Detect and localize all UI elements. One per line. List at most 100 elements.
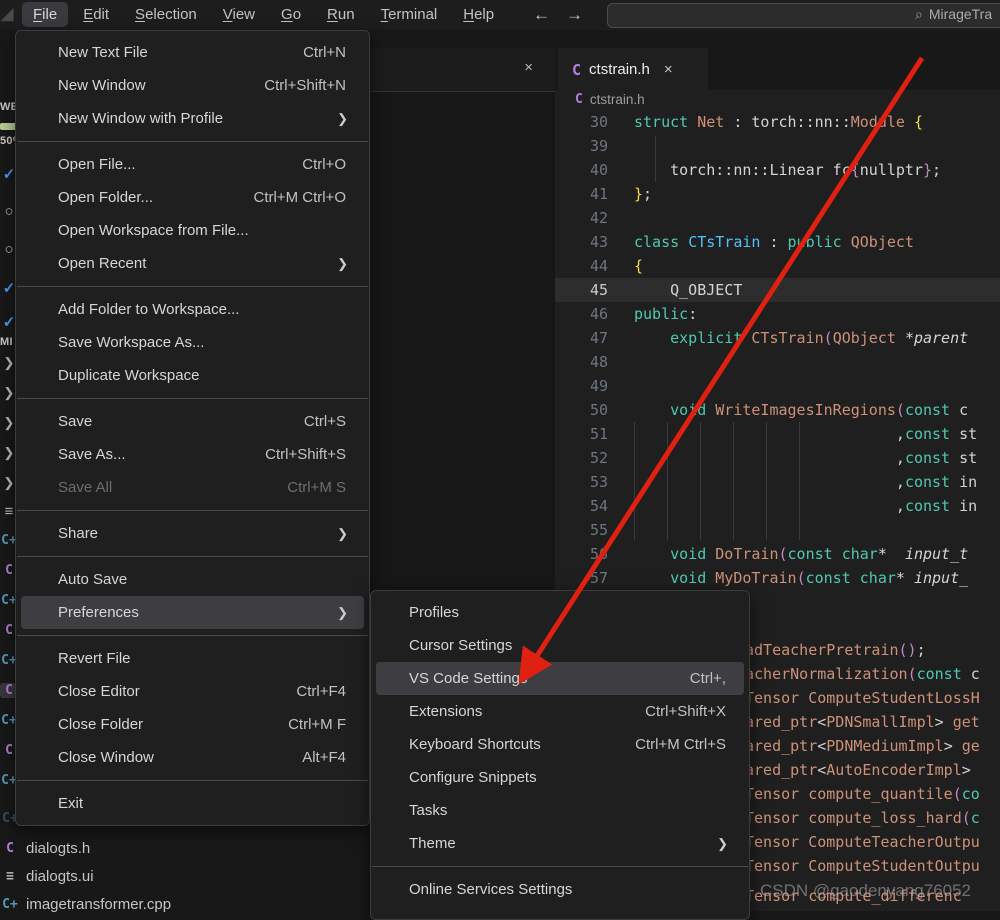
menu-item-label: Extensions bbox=[409, 703, 482, 720]
menubar-item-edit[interactable]: Edit bbox=[72, 2, 120, 27]
code-fragment: ared_ptr<PDNSmallImpl> get bbox=[745, 710, 980, 734]
code-text: void MyDoTrain(const char* input_ bbox=[634, 566, 968, 590]
pref-menu-item-tasks[interactable]: Tasks bbox=[376, 794, 744, 827]
line-number: 53 bbox=[555, 470, 608, 494]
pref-menu-item-vs-code-settings[interactable]: VS Code SettingsCtrl+, bbox=[376, 662, 744, 695]
code-fragment: Tensor ComputeStudentLossH bbox=[745, 686, 980, 710]
code-area[interactable]: 30struct Net : torch::nn::Module {3940 t… bbox=[555, 110, 1000, 590]
file-menu-item-close-window[interactable]: Close Window Alt+F4 bbox=[21, 741, 364, 774]
file-menu-dropdown: New Text FileCtrl+NNew WindowCtrl+Shift+… bbox=[15, 30, 370, 826]
menu-item-label: Close Window bbox=[58, 749, 154, 766]
code-line-54: 54 ,const in bbox=[555, 494, 1000, 518]
line-number: 50 bbox=[555, 398, 608, 422]
explorer-item-dialogts-h[interactable]: Cdialogts.h bbox=[2, 836, 90, 860]
menu-item-label: Save bbox=[58, 413, 92, 430]
keybinding-label: Ctrl+M F bbox=[288, 716, 346, 733]
close-icon[interactable]: × bbox=[524, 59, 533, 76]
code-line-30: 30struct Net : torch::nn::Module { bbox=[555, 110, 1000, 134]
search-content: ⌕MirageTra bbox=[915, 6, 992, 23]
background-tab[interactable]: × bbox=[370, 48, 555, 92]
command-center-search[interactable]: ⌕MirageTra bbox=[607, 3, 1000, 28]
menu-separator bbox=[17, 780, 368, 781]
file-menu-item-add-folder-to-workspace[interactable]: Add Folder to Workspace... bbox=[21, 293, 364, 326]
file-menu-item-new-text-file[interactable]: New Text FileCtrl+N bbox=[21, 36, 364, 69]
menu-item-label: Configure Snippets bbox=[409, 769, 537, 786]
nav-arrows: ← → bbox=[533, 0, 583, 30]
indent-guide bbox=[766, 422, 767, 540]
file-menu-item-auto-save[interactable]: Auto Save bbox=[21, 563, 364, 596]
menubar-item-go[interactable]: Go bbox=[270, 2, 312, 27]
keybinding-label: Ctrl+Shift+X bbox=[645, 703, 726, 720]
pref-menu-item-configure-snippets[interactable]: Configure Snippets bbox=[376, 761, 744, 794]
file-menu-item-new-window-with-profile[interactable]: New Window with Profile❯ bbox=[21, 102, 364, 135]
menu-separator bbox=[17, 510, 368, 511]
file-menu-item-preferences[interactable]: Preferences❯ bbox=[21, 596, 364, 629]
file-menu-item-open-recent[interactable]: Open Recent❯ bbox=[21, 247, 364, 280]
line-number: 48 bbox=[555, 350, 608, 374]
menubar-item-view[interactable]: View bbox=[212, 2, 266, 27]
file-menu-item-open-file[interactable]: Open File...Ctrl+O bbox=[21, 148, 364, 181]
file-menu-item-open-folder[interactable]: Open Folder...Ctrl+M Ctrl+O bbox=[21, 181, 364, 214]
code-text: void WriteImagesInRegions(const c bbox=[634, 398, 968, 422]
pref-menu-item-theme[interactable]: Theme❯ bbox=[376, 827, 744, 860]
code-text: void DoTrain(const char* input_t bbox=[634, 542, 968, 566]
code-line-44: 44{ bbox=[555, 254, 1000, 278]
file-menu-item-exit[interactable]: Exit bbox=[21, 787, 364, 820]
file-menu-item-close-editor[interactable]: Close EditorCtrl+F4 bbox=[21, 675, 364, 708]
pref-menu-item-profiles[interactable]: Profiles bbox=[376, 596, 744, 629]
line-number: 47 bbox=[555, 326, 608, 350]
file-menu-item-new-window[interactable]: New WindowCtrl+Shift+N bbox=[21, 69, 364, 102]
menubar-item-terminal[interactable]: Terminal bbox=[370, 2, 449, 27]
file-menu-item-save[interactable]: Save Ctrl+S bbox=[21, 405, 364, 438]
indent-guide bbox=[799, 422, 800, 540]
keybinding-label: Alt+F4 bbox=[302, 749, 346, 766]
explorer-item-imagetransformer-cpp[interactable]: C+imagetransformer.cpp bbox=[2, 892, 171, 916]
explorer-item-dialogts-ui[interactable]: ≡dialogts.ui bbox=[2, 864, 94, 888]
menu-item-label: Share bbox=[58, 525, 98, 542]
close-icon[interactable]: × bbox=[664, 61, 673, 78]
menu-separator bbox=[17, 556, 368, 557]
file-name: dialogts.ui bbox=[26, 868, 94, 885]
indent-guide bbox=[634, 422, 635, 540]
menu-item-label: Online Services Settings bbox=[409, 881, 572, 898]
code-text: ,const st bbox=[634, 422, 977, 446]
breadcrumb-file: ctstrain.h bbox=[590, 92, 645, 107]
file-menu-item-share[interactable]: Share❯ bbox=[21, 517, 364, 550]
menubar-item-help[interactable]: Help bbox=[452, 2, 505, 27]
tab-ctstrain-h[interactable]: C ctstrain.h × bbox=[558, 48, 708, 91]
submenu-chevron-icon: ❯ bbox=[337, 605, 348, 621]
pref-menu-item-cursor-settings[interactable]: Cursor Settings bbox=[376, 629, 744, 662]
code-text: explicit CTsTrain(QObject *parent bbox=[634, 326, 968, 350]
menu-item-label: Open File... bbox=[58, 156, 136, 173]
file-menu-item-save-workspace-as[interactable]: Save Workspace As... bbox=[21, 326, 364, 359]
code-text: ,const in bbox=[634, 470, 977, 494]
code-fragment: Tensor ComputeTeacherOutpu bbox=[745, 830, 980, 854]
file-menu-item-close-folder[interactable]: Close Folder Ctrl+M F bbox=[21, 708, 364, 741]
file-menu-item-duplicate-workspace[interactable]: Duplicate Workspace bbox=[21, 359, 364, 392]
forward-arrow-icon[interactable]: → bbox=[566, 5, 583, 25]
pref-menu-item-keyboard-shortcuts[interactable]: Keyboard ShortcutsCtrl+M Ctrl+S bbox=[376, 728, 744, 761]
file-menu-item-save-as[interactable]: Save As...Ctrl+Shift+S bbox=[21, 438, 364, 471]
code-fragment: acherNormalization(const c bbox=[745, 662, 980, 686]
menu-item-label: Close Folder bbox=[58, 716, 143, 733]
line-number: 57 bbox=[555, 566, 608, 590]
menu-item-label: New Window bbox=[58, 77, 146, 94]
app-logo-icon: ◢ bbox=[1, 6, 18, 24]
code-fragment: adTeacherPretrain(); bbox=[745, 638, 926, 662]
menubar-item-file[interactable]: File bbox=[22, 2, 68, 27]
pref-menu-item-online-services-settings[interactable]: Online Services Settings bbox=[376, 873, 744, 906]
code-line-56: 56 void DoTrain(const char* input_t bbox=[555, 542, 1000, 566]
keybinding-label: Ctrl+Shift+S bbox=[265, 446, 346, 463]
menubar-item-run[interactable]: Run bbox=[316, 2, 366, 27]
file-menu-item-revert-file[interactable]: Revert File bbox=[21, 642, 364, 675]
breadcrumb[interactable]: C ctstrain.h bbox=[575, 89, 645, 109]
pref-menu-item-extensions[interactable]: Extensions Ctrl+Shift+X bbox=[376, 695, 744, 728]
keybinding-label: Ctrl+M Ctrl+S bbox=[635, 736, 726, 753]
c-file-icon: C bbox=[572, 61, 581, 79]
menubar-item-selection[interactable]: Selection bbox=[124, 2, 208, 27]
keybinding-label: Ctrl+S bbox=[304, 413, 346, 430]
menu-item-label: Profiles bbox=[409, 604, 459, 621]
menu-separator bbox=[17, 286, 368, 287]
back-arrow-icon[interactable]: ← bbox=[533, 5, 550, 25]
file-menu-item-open-workspace-from-file[interactable]: Open Workspace from File... bbox=[21, 214, 364, 247]
